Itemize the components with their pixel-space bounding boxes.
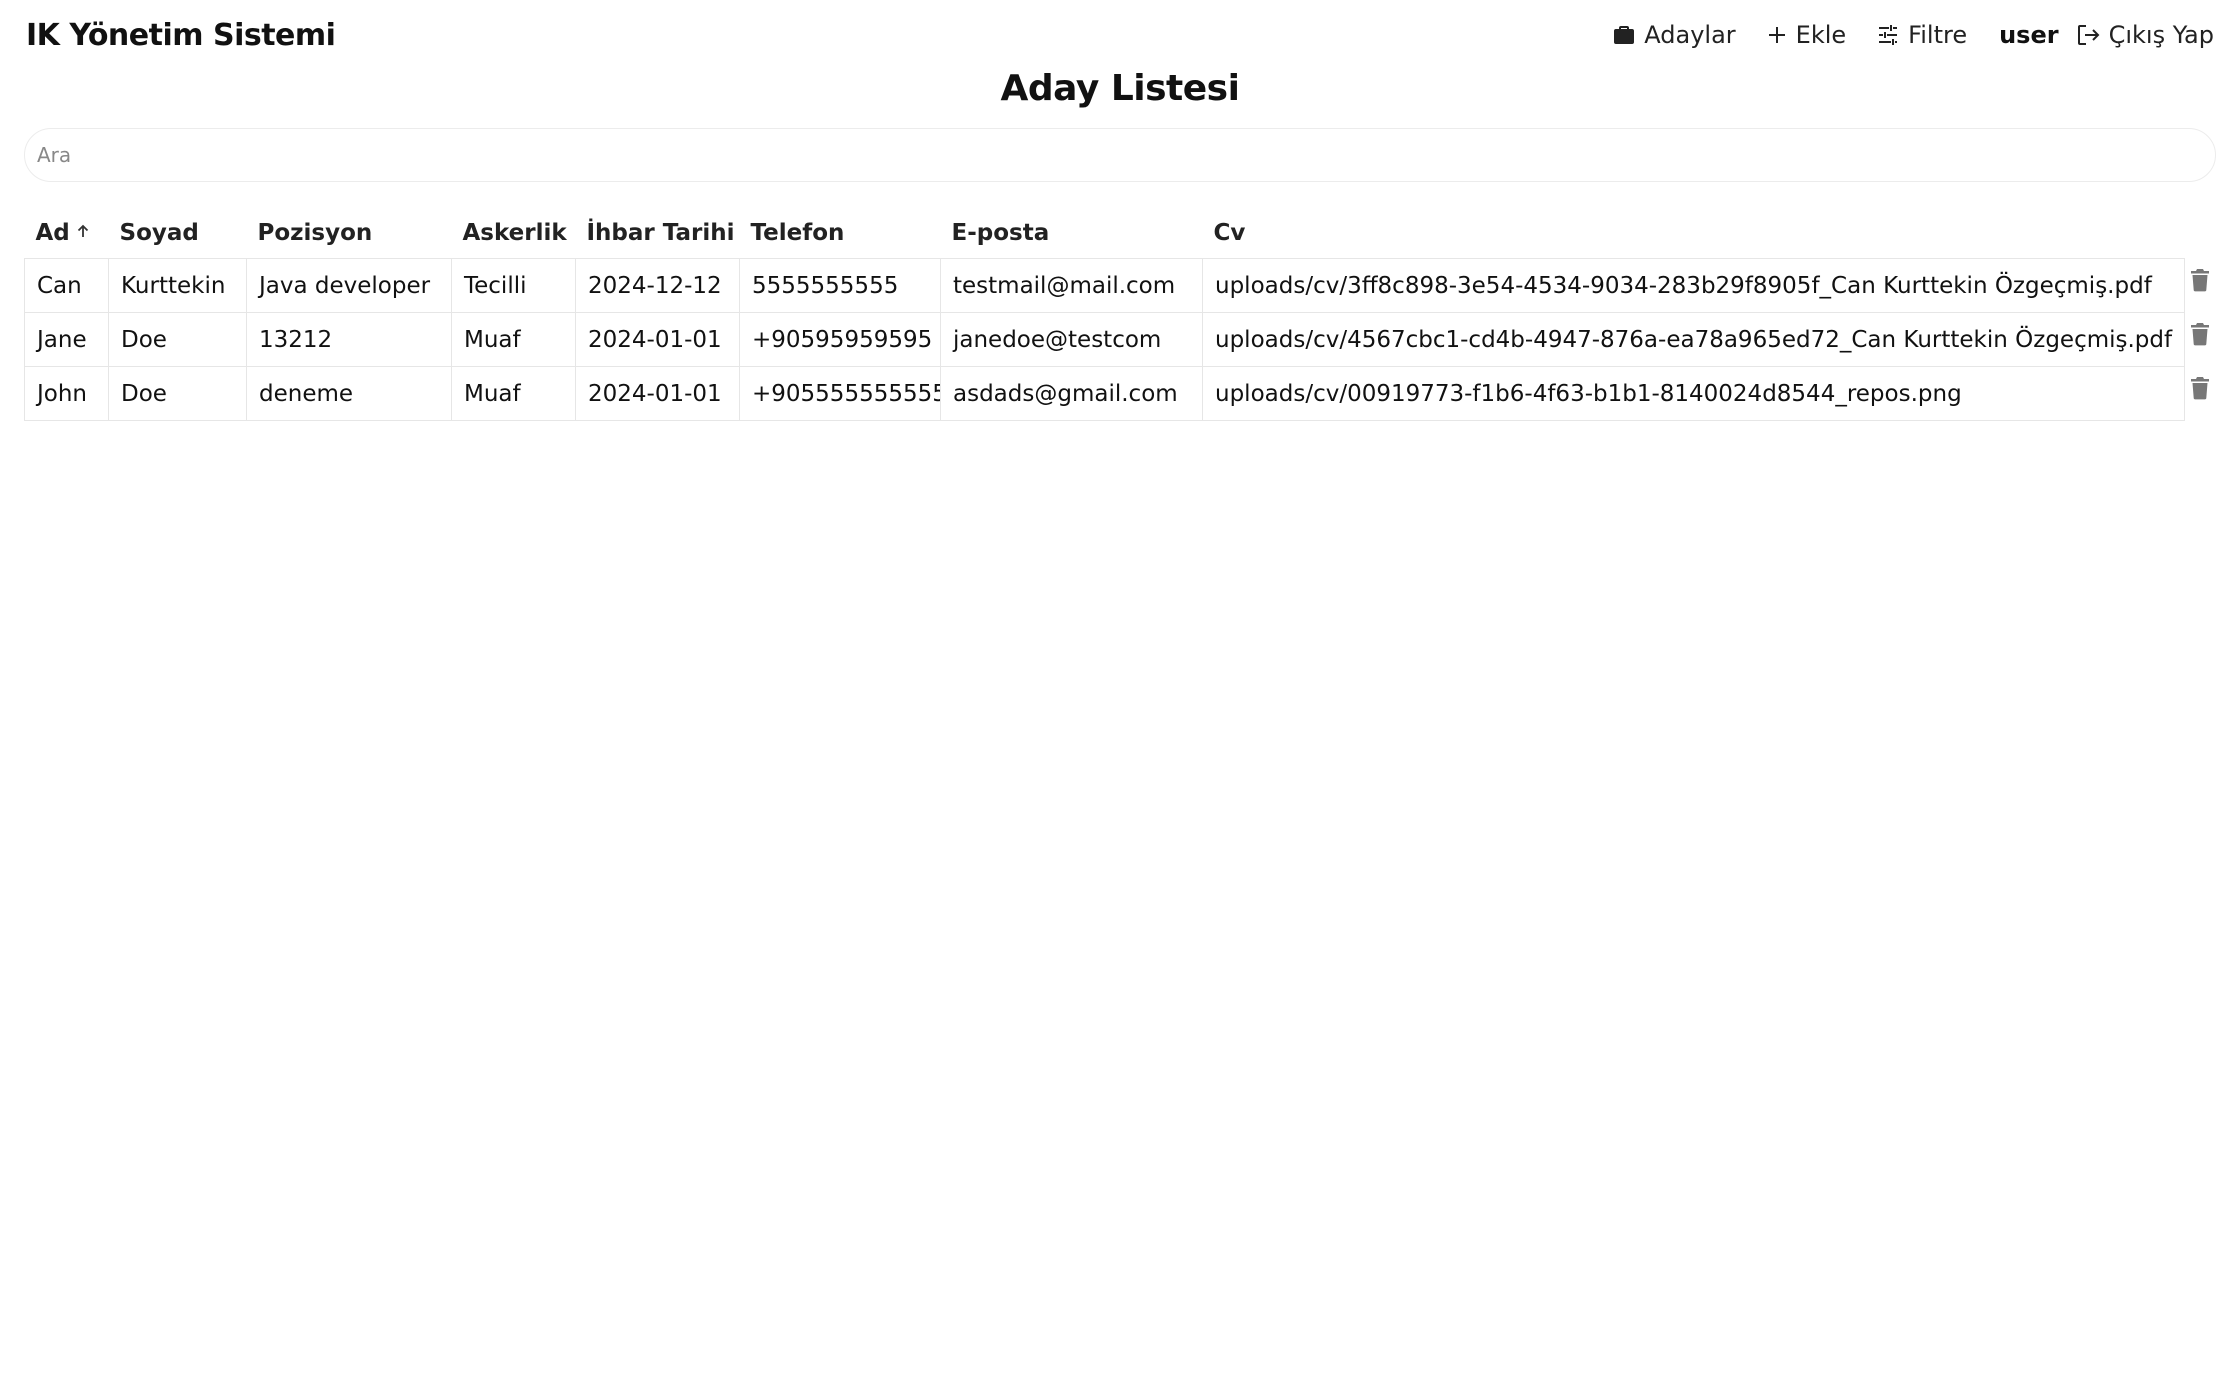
table-header-row: Ad Soyad Pozisyon Askerlik İhbar Tarihi … bbox=[25, 208, 2185, 259]
username-label: user bbox=[1999, 21, 2059, 49]
cell-soyad: Doe bbox=[108, 366, 247, 421]
cell-eposta: asdads@gmail.com bbox=[940, 366, 1203, 421]
main-nav: Adaylar Ekle Filtre user Çıkış Yap bbox=[1582, 21, 2214, 49]
table-row[interactable]: Jane Doe 13212 Muaf 2024-01-01 +90595959… bbox=[24, 312, 2185, 367]
cell-pozisyon: 13212 bbox=[246, 312, 452, 367]
cell-ad: Can bbox=[24, 258, 109, 313]
cell-ihbar-tarihi: 2024-01-01 bbox=[575, 366, 740, 421]
cell-ihbar-tarihi: 2024-01-01 bbox=[575, 312, 740, 367]
cell-eposta: testmail@mail.com bbox=[940, 258, 1203, 313]
trash-icon bbox=[2190, 322, 2210, 350]
logout-label: Çıkış Yap bbox=[2108, 21, 2214, 49]
cell-askerlik: Muaf bbox=[451, 312, 576, 367]
nav-candidates-link[interactable]: Adaylar bbox=[1612, 21, 1736, 49]
cell-ad: John bbox=[24, 366, 109, 421]
cell-eposta: janedoe@testcom bbox=[940, 312, 1203, 367]
nav-filter-link[interactable]: Filtre bbox=[1876, 21, 1967, 49]
logout-button[interactable]: Çıkış Yap bbox=[2075, 21, 2214, 49]
nav-add-link[interactable]: Ekle bbox=[1766, 21, 1847, 49]
cell-cv[interactable]: uploads/cv/4567cbc1-cd4b-4947-876a-ea78a… bbox=[1202, 312, 2185, 367]
trash-icon bbox=[2190, 268, 2210, 296]
cell-soyad: Doe bbox=[108, 312, 247, 367]
delete-row-button[interactable] bbox=[2186, 255, 2214, 309]
column-header-eposta[interactable]: E-posta bbox=[941, 208, 1203, 259]
table-header: Ad Soyad Pozisyon Askerlik İhbar Tarihi … bbox=[25, 208, 2185, 259]
cell-pozisyon: Java developer bbox=[246, 258, 452, 313]
delete-row-button[interactable] bbox=[2186, 309, 2214, 363]
nav-candidates-label: Adaylar bbox=[1644, 21, 1736, 49]
cell-pozisyon: deneme bbox=[246, 366, 452, 421]
table-row[interactable]: John Doe deneme Muaf 2024-01-01 +9055555… bbox=[24, 366, 2185, 421]
column-header-telefon[interactable]: Telefon bbox=[740, 208, 941, 259]
app-title[interactable]: IK Yönetim Sistemi bbox=[26, 18, 336, 53]
nav-filter-label: Filtre bbox=[1908, 21, 1968, 49]
sliders-icon bbox=[1876, 23, 1900, 47]
page-title: Aday Listesi bbox=[1000, 68, 1240, 109]
column-header-soyad[interactable]: Soyad bbox=[109, 208, 247, 259]
cell-telefon: +905555555555 bbox=[739, 366, 941, 421]
cell-cv[interactable]: uploads/cv/3ff8c898-3e54-4534-9034-283b2… bbox=[1202, 258, 2185, 313]
cell-telefon: 5555555555 bbox=[739, 258, 941, 313]
table-row[interactable]: Can Kurttekin Java developer Tecilli 202… bbox=[24, 258, 2185, 313]
logout-icon bbox=[2075, 22, 2101, 48]
cell-soyad: Kurttekin bbox=[108, 258, 247, 313]
top-navbar: IK Yönetim Sistemi Adaylar Ekle Filtre u… bbox=[0, 0, 2240, 70]
column-header-ad[interactable]: Ad bbox=[25, 208, 109, 259]
page: IK Yönetim Sistemi Adaylar Ekle Filtre u… bbox=[0, 0, 2240, 1400]
candidates-table-container: Ad Soyad Pozisyon Askerlik İhbar Tarihi … bbox=[24, 208, 2185, 421]
search-container bbox=[24, 128, 2216, 182]
delete-row-button[interactable] bbox=[2186, 363, 2214, 417]
cell-ihbar-tarihi: 2024-12-12 bbox=[575, 258, 740, 313]
row-actions-column bbox=[2186, 259, 2214, 417]
column-header-pozisyon[interactable]: Pozisyon bbox=[247, 208, 452, 259]
candidates-table: Ad Soyad Pozisyon Askerlik İhbar Tarihi … bbox=[24, 208, 2185, 421]
plus-icon bbox=[1766, 24, 1788, 46]
cell-telefon: +90595959595 bbox=[739, 312, 941, 367]
column-header-label: Ad bbox=[35, 220, 70, 246]
search-input[interactable] bbox=[24, 128, 2216, 182]
cell-ad: Jane bbox=[24, 312, 109, 367]
column-header-cv[interactable]: Cv bbox=[1203, 208, 2185, 259]
cell-askerlik: Tecilli bbox=[451, 258, 576, 313]
nav-add-label: Ekle bbox=[1795, 21, 1847, 49]
column-header-ihbar-tarihi[interactable]: İhbar Tarihi bbox=[576, 208, 740, 259]
table-body: Can Kurttekin Java developer Tecilli 202… bbox=[24, 258, 2185, 421]
column-header-askerlik[interactable]: Askerlik bbox=[452, 208, 576, 259]
cell-askerlik: Muaf bbox=[451, 366, 576, 421]
arrow-up-icon bbox=[76, 219, 90, 245]
cell-cv[interactable]: uploads/cv/00919773-f1b6-4f63-b1b1-81400… bbox=[1202, 366, 2185, 421]
briefcase-icon bbox=[1612, 23, 1636, 47]
trash-icon bbox=[2190, 376, 2210, 404]
